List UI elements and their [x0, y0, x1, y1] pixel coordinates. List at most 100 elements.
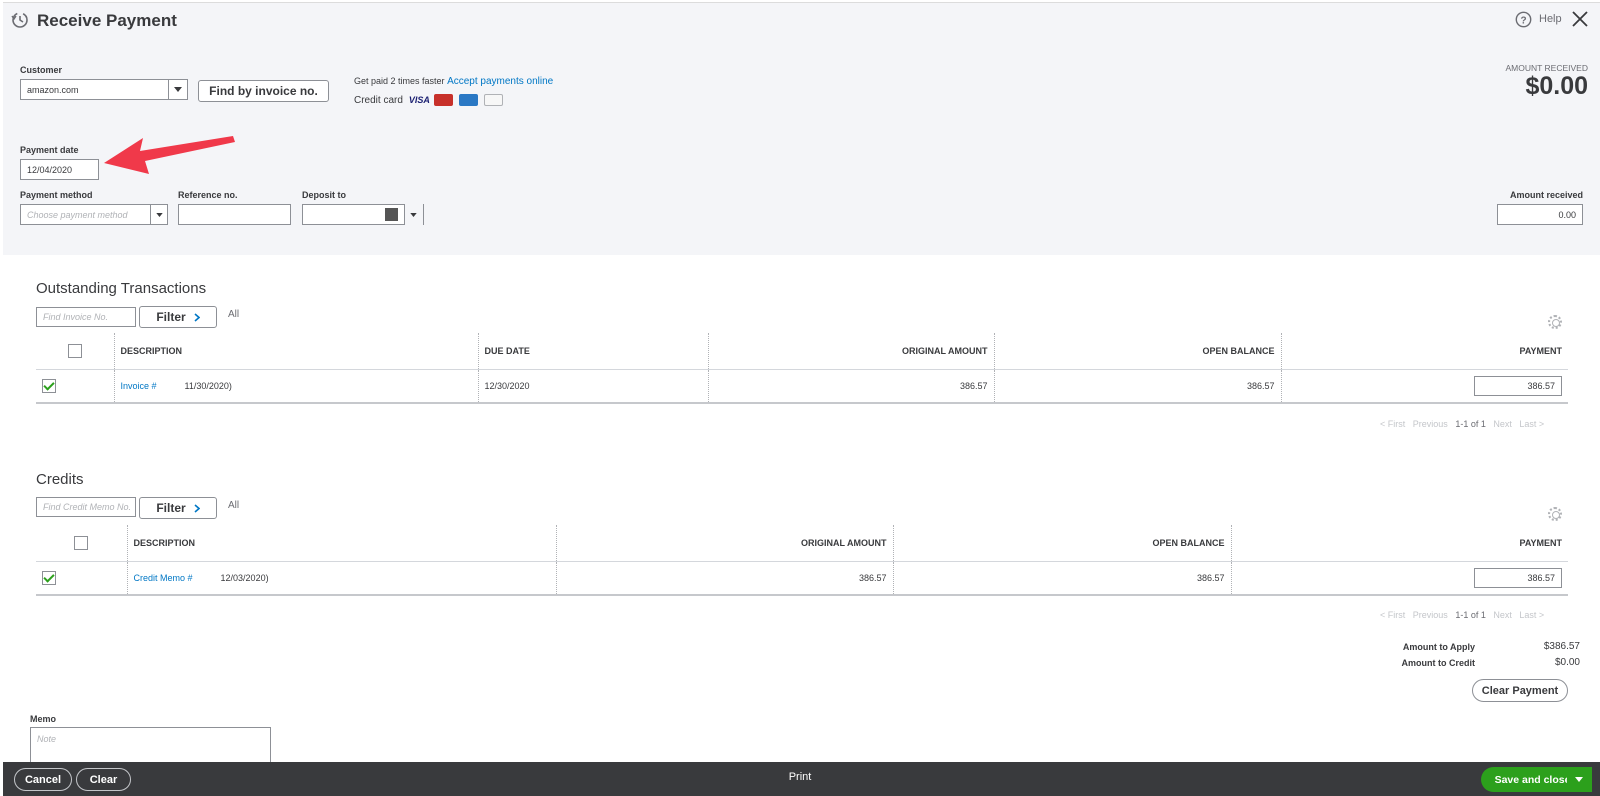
chevron-right-icon — [194, 503, 200, 513]
pager-last[interactable]: Last > — [1519, 419, 1544, 429]
svg-text:?: ? — [1520, 16, 1526, 27]
amount-received-input[interactable]: 0.00 — [1497, 204, 1583, 225]
description-cell: Invoice # 11/30/2020) — [113, 369, 478, 404]
pager-next[interactable]: Next — [1493, 610, 1512, 620]
col-payment[interactable]: PAYMENT — [1230, 525, 1568, 562]
credit-memo-link[interactable]: Credit Memo # — [134, 573, 193, 583]
chevron-right-icon — [194, 312, 200, 322]
outstanding-all-label: All — [228, 309, 240, 320]
promo-label: Get paid 2 times faster — [354, 76, 445, 86]
credits-settings-gear-icon[interactable] — [1548, 507, 1562, 521]
col-due-date[interactable]: DUE DATE — [477, 333, 708, 370]
invoice-link[interactable]: Invoice # — [121, 381, 157, 391]
outstanding-settings-gear-icon[interactable] — [1548, 315, 1562, 329]
chevron-down-icon — [410, 212, 417, 217]
amex-icon — [458, 94, 478, 106]
find-credit-memo-placeholder: Find Credit Memo No. — [43, 502, 132, 512]
credits-table: DESCRIPTION ORIGINAL AMOUNT OPEN BALANCE… — [36, 525, 1568, 596]
table-header-row: DESCRIPTION DUE DATE ORIGINAL AMOUNT OPE… — [36, 333, 1568, 370]
amount-to-credit-label: Amount to Credit — [1401, 658, 1476, 668]
table-row: Credit Memo # 12/03/2020) 386.57 386.57 3… — [36, 561, 1568, 596]
print-link[interactable]: Print — [770, 771, 830, 783]
open-balance-cell: 386.57 — [993, 369, 1281, 404]
deposit-to-input[interactable] — [302, 204, 405, 225]
page-title: Receive Payment — [37, 11, 177, 30]
row-checkbox[interactable] — [42, 378, 56, 393]
table-row: Invoice # 11/30/2020) 12/30/2020 386.57 3… — [36, 369, 1568, 404]
col-description[interactable]: DESCRIPTION — [126, 525, 556, 562]
clear-button[interactable]: Clear — [76, 768, 131, 791]
pager-first[interactable]: < First — [1380, 419, 1405, 429]
col-original-amount[interactable]: ORIGINAL AMOUNT — [707, 333, 994, 370]
deposit-to-dropdown-button[interactable] — [404, 204, 424, 225]
pager-previous[interactable]: Previous — [1413, 610, 1448, 620]
row-checkbox[interactable] — [42, 570, 56, 585]
credits-filter-button[interactable]: Filter — [139, 497, 217, 519]
credit-card-label: Credit card — [354, 94, 403, 106]
help-link[interactable]: Help — [1539, 13, 1562, 25]
payment-method-dropdown-button[interactable] — [150, 204, 168, 225]
cancel-button[interactable]: Cancel — [14, 768, 72, 791]
select-all-checkbox[interactable] — [74, 535, 89, 550]
due-date-cell: 12/30/2020 — [477, 369, 708, 404]
pager-next[interactable]: Next — [1493, 419, 1512, 429]
find-credit-memo-input[interactable]: Find Credit Memo No. — [36, 497, 136, 517]
col-open-balance[interactable]: OPEN BALANCE — [892, 525, 1231, 562]
credits-title: Credits — [36, 471, 84, 488]
col-description[interactable]: DESCRIPTION — [113, 333, 478, 370]
payment-cell: 386.57 — [1230, 561, 1568, 596]
filter-label: Filter — [156, 310, 186, 324]
credits-all-label: All — [228, 500, 240, 511]
col-open-balance[interactable]: OPEN BALANCE — [993, 333, 1281, 370]
col-payment[interactable]: PAYMENT — [1280, 333, 1568, 370]
find-invoice-placeholder: Find Invoice No. — [43, 312, 109, 322]
memo-textarea[interactable]: Note — [30, 727, 271, 762]
recent-history-icon[interactable] — [10, 10, 30, 30]
row-checkbox-cell — [36, 561, 127, 596]
reference-input[interactable] — [178, 204, 291, 225]
save-options-dropdown[interactable] — [1567, 767, 1591, 792]
promo-text: Get paid 2 times faster Accept payments … — [354, 76, 553, 87]
select-all-cell — [36, 333, 114, 370]
outstanding-pager: < First Previous 1-1 of 1 Next Last > — [1380, 419, 1544, 429]
table-header-row: DESCRIPTION ORIGINAL AMOUNT OPEN BALANCE… — [36, 525, 1568, 562]
find-by-invoice-button[interactable]: Find by invoice no. — [198, 80, 329, 102]
amount-to-apply-value: $386.57 — [1543, 641, 1580, 652]
row-checkbox-cell — [36, 369, 114, 404]
select-all-cell — [36, 525, 127, 562]
find-invoice-input[interactable]: Find Invoice No. — [36, 307, 136, 327]
customer-input[interactable]: amazon.com — [20, 79, 169, 100]
amount-received-total: $0.00 — [1525, 72, 1588, 100]
payment-input[interactable]: 386.57 — [1474, 375, 1562, 396]
account-color-swatch — [385, 208, 398, 221]
payment-cell: 386.57 — [1280, 369, 1568, 404]
amount-received-field-label: Amount received — [1509, 190, 1583, 200]
original-amount-cell: 386.57 — [555, 561, 893, 596]
outstanding-title: Outstanding Transactions — [36, 280, 207, 297]
outstanding-table: DESCRIPTION DUE DATE ORIGINAL AMOUNT OPE… — [36, 333, 1568, 404]
select-all-checkbox[interactable] — [67, 343, 82, 358]
memo-placeholder: Note — [37, 734, 57, 744]
pager-range: 1-1 of 1 — [1455, 610, 1486, 620]
amount-to-credit-value: $0.00 — [1554, 657, 1580, 668]
pager-previous[interactable]: Previous — [1413, 419, 1448, 429]
credit-card-row: Credit card VISA — [354, 94, 505, 106]
col-original-amount[interactable]: ORIGINAL AMOUNT — [555, 525, 893, 562]
memo-label: Memo — [30, 714, 57, 724]
pager-first[interactable]: < First — [1380, 610, 1405, 620]
payment-input[interactable]: 386.57 — [1474, 567, 1562, 588]
mastercard-icon — [433, 94, 453, 106]
customer-dropdown-button[interactable] — [168, 79, 188, 100]
chevron-down-icon — [174, 87, 182, 92]
payment-date-input[interactable]: 12/04/2020 — [20, 159, 99, 180]
help-icon[interactable]: ? — [1515, 11, 1532, 28]
payment-date-label: Payment date — [20, 145, 79, 155]
accept-payments-link[interactable]: Accept payments online — [447, 76, 553, 87]
close-icon[interactable] — [1571, 10, 1589, 28]
chevron-down-icon — [155, 212, 163, 217]
pager-last[interactable]: Last > — [1519, 610, 1544, 620]
payment-method-input[interactable]: Choose payment method — [20, 204, 151, 225]
outstanding-filter-button[interactable]: Filter — [139, 306, 217, 328]
clear-payment-button[interactable]: Clear Payment — [1472, 679, 1568, 702]
invoice-date: 11/30/2020) — [184, 380, 232, 391]
